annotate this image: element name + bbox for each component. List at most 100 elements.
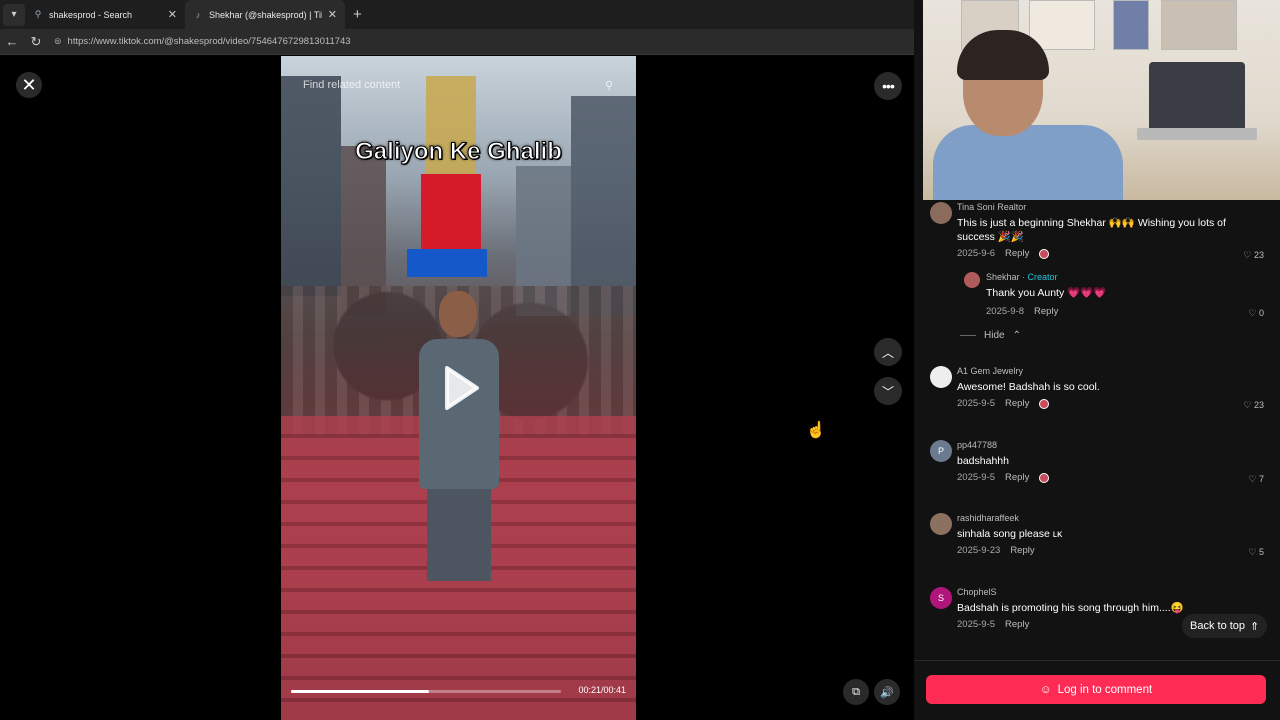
comment-item: P pp447788 badshahhh 2025-9-5 Reply ♡ 7 <box>930 440 1270 490</box>
url-field[interactable]: ⊜ https://www.tiktok.com/@shakesprod/vid… <box>54 36 351 47</box>
building-shape <box>571 96 636 316</box>
laptop-shape <box>1149 62 1245 132</box>
pip-button[interactable]: ⧉ <box>843 679 869 705</box>
building-shape <box>281 76 341 296</box>
hide-replies-button[interactable]: Hide ⌃ <box>960 330 1021 341</box>
like-button[interactable]: ♡ 23 <box>1243 400 1264 411</box>
heart-icon: ♡ <box>1243 400 1252 410</box>
browser-tab-bar: ▾ ⚲ shakesprod - Search ✕ ♪ Shekhar (@sh… <box>0 0 922 29</box>
heart-icon: ♡ <box>1248 308 1257 318</box>
comment-text: Badshah is promoting his song through hi… <box>957 602 1184 614</box>
like-count: 23 <box>1253 400 1264 410</box>
video-progress-bar[interactable] <box>291 690 561 693</box>
like-count: 5 <box>1258 547 1264 557</box>
mouse-cursor-icon: ☝ <box>806 422 826 439</box>
person-shape <box>933 125 1123 200</box>
comment-item: A1 Gem Jewelry Awesome! Badshah is so co… <box>930 366 1270 416</box>
comment-text: This is just a beginning Shekhar 🙌🙌 Wish… <box>957 217 1226 243</box>
address-bar: ← ↻ ⊜ https://www.tiktok.com/@shakesprod… <box>0 29 922 55</box>
related-search-placeholder: Find related content <box>303 79 401 91</box>
reply-button[interactable]: Reply <box>1010 545 1034 556</box>
comment-meta: 2025-9-5 Reply <box>957 472 1050 483</box>
url-text: https://www.tiktok.com/@shakesprod/video… <box>67 36 351 47</box>
avatar[interactable]: P <box>930 440 952 462</box>
like-button[interactable]: ♡ 23 <box>1243 250 1264 261</box>
back-icon[interactable]: ← <box>0 34 24 49</box>
like-count: 0 <box>1258 308 1264 318</box>
divider <box>960 335 976 336</box>
browser-tab-tiktok[interactable]: ♪ Shekhar (@shakesprod) | TikTok ✕ <box>185 0 345 29</box>
close-video-button[interactable]: ✕ <box>16 72 42 98</box>
comment-date: 2025-9-5 <box>957 472 996 483</box>
wall-poster <box>1161 0 1237 50</box>
comment-date: 2025-9-23 <box>957 545 1001 556</box>
login-to-comment-label: Log in to comment <box>1057 683 1153 696</box>
new-tab-button[interactable]: + <box>345 6 370 23</box>
double-chevron-up-icon: ⇑ <box>1250 620 1260 633</box>
comment-username[interactable]: Shekhar · Creator <box>986 272 1058 282</box>
volume-button[interactable]: 🔊 <box>874 679 900 705</box>
comment-meta: 2025-9-6 Reply <box>957 248 1050 259</box>
like-button[interactable]: ♡ 5 <box>1248 547 1264 558</box>
comment-text: Awesome! Badshah is so cool. <box>957 381 1100 393</box>
tiktok-icon: ♪ <box>195 9 201 20</box>
comment-username[interactable]: pp447788 <box>957 440 997 450</box>
laptop-shape <box>1137 128 1257 140</box>
play-icon[interactable] <box>441 364 481 412</box>
site-info-icon[interactable]: ⊜ <box>54 36 62 47</box>
billboard-shape <box>421 174 481 252</box>
chevron-down-icon: ﹀ <box>881 384 894 399</box>
related-search-input[interactable]: Find related content ⚲ <box>293 74 623 96</box>
close-icon: ✕ <box>21 74 37 95</box>
close-tab-icon[interactable]: ✕ <box>168 8 177 21</box>
comment-date: 2025-9-5 <box>957 619 996 630</box>
more-options-button[interactable]: ••• <box>874 72 902 100</box>
tab-title: shakesprod - Search <box>49 9 133 20</box>
avatar[interactable] <box>930 513 952 535</box>
comment-username[interactable]: Tina Soni Realtor <box>957 202 1026 212</box>
reload-icon[interactable]: ↻ <box>24 34 48 50</box>
comment-item: Tina Soni Realtor This is just a beginni… <box>930 202 1270 264</box>
browser-tab-search[interactable]: ⚲ shakesprod - Search ✕ <box>25 0 185 29</box>
heart-icon: ♡ <box>1248 474 1257 484</box>
tab-list-menu-button[interactable]: ▾ <box>3 3 25 26</box>
comment-text: badshahhh <box>957 455 1009 467</box>
picture-in-picture-icon: ⧉ <box>852 685 860 698</box>
singer-figure <box>409 291 509 611</box>
reply-button[interactable]: Reply <box>1005 619 1029 630</box>
back-to-top-button[interactable]: Back to top ⇑ <box>1182 614 1268 638</box>
next-video-button[interactable]: ﹀ <box>874 377 902 405</box>
avatar[interactable] <box>930 202 952 224</box>
like-count: 7 <box>1258 474 1264 484</box>
like-count: 23 <box>1253 250 1264 260</box>
comment-date: 2025-9-8 <box>986 306 1025 317</box>
login-to-comment-button[interactable]: ☺ Log in to comment <box>926 675 1266 704</box>
video-time: 00:21/00:41 <box>578 685 626 695</box>
more-icon: ••• <box>882 78 895 94</box>
chevron-up-icon: ︿ <box>881 345 894 360</box>
comment-username[interactable]: A1 Gem Jewelry <box>957 366 1023 376</box>
comment-meta: 2025-9-23 Reply <box>957 545 1035 556</box>
video-player[interactable]: Find related content ⚲ Galiyon Ke Ghalib… <box>281 56 636 720</box>
avatar[interactable] <box>930 366 952 388</box>
reply-button[interactable]: Reply <box>1005 398 1029 409</box>
comment-text: sinhala song please ʟᴋ <box>957 528 1063 540</box>
comment-meta: 2025-9-8 Reply <box>986 306 1058 317</box>
reply-button[interactable]: Reply <box>1005 472 1029 483</box>
comment-meta: 2025-9-5 Reply <box>957 398 1050 409</box>
reply-button[interactable]: Reply <box>1005 248 1029 259</box>
search-icon: ⚲ <box>604 79 613 92</box>
creator-liked-avatar <box>1039 248 1050 259</box>
like-button[interactable]: ♡ 0 <box>1248 308 1264 319</box>
reply-username: Shekhar <box>986 272 1020 282</box>
avatar[interactable] <box>964 272 980 288</box>
close-tab-icon[interactable]: ✕ <box>328 8 337 21</box>
comment-username[interactable]: rashidharaffeek <box>957 513 1019 523</box>
avatar[interactable]: S <box>930 587 952 609</box>
reply-button[interactable]: Reply <box>1034 306 1058 317</box>
comment-username[interactable]: ChophelS <box>957 587 997 597</box>
previous-video-button[interactable]: ︿ <box>874 338 902 366</box>
like-button[interactable]: ♡ 7 <box>1248 474 1264 485</box>
heart-icon: ♡ <box>1248 547 1257 557</box>
video-stage: ✕ Find related content ⚲ Galiyon Ke Ghal… <box>0 56 914 720</box>
